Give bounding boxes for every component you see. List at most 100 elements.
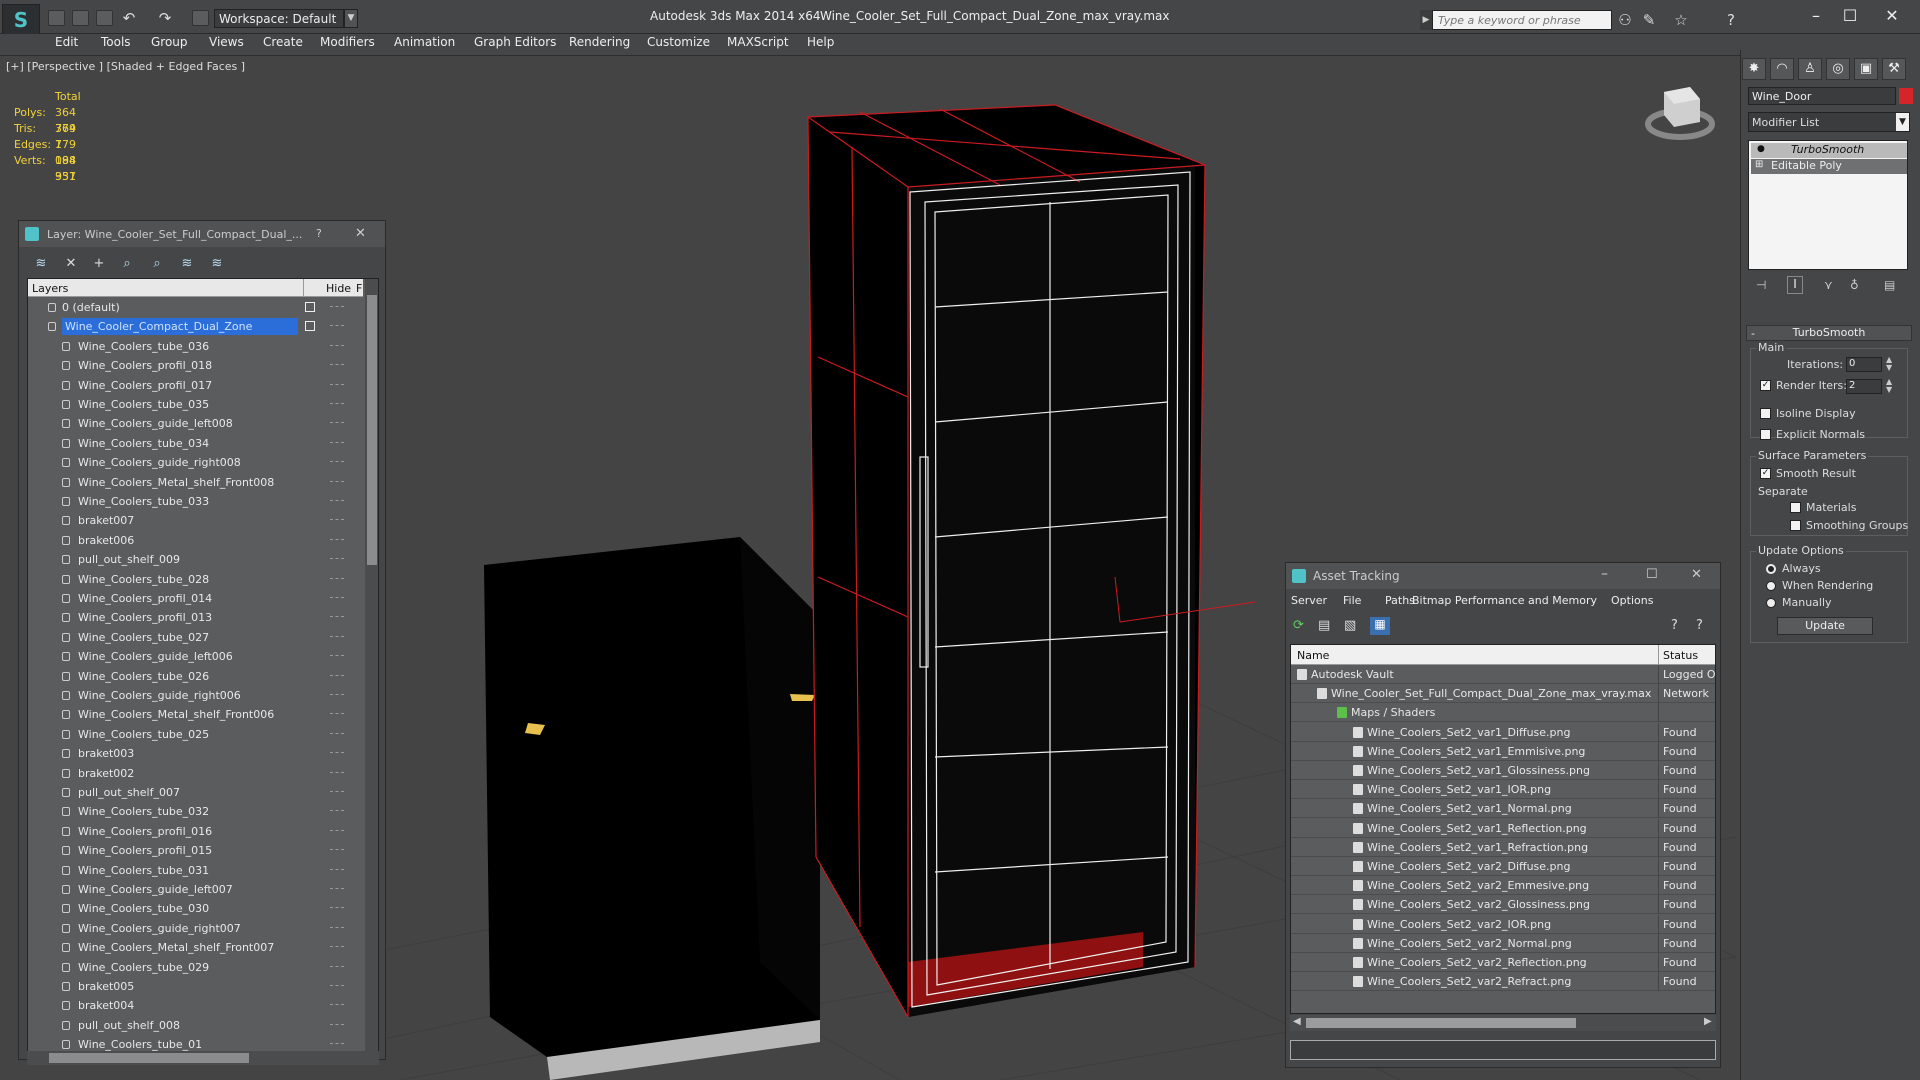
help-icon[interactable]: ? [1671, 618, 1678, 633]
help-icon[interactable]: ? [1722, 11, 1740, 29]
save-file-icon[interactable] [96, 10, 113, 26]
object-row[interactable]: Wine_Coolers_guide_left006 [28, 647, 363, 666]
hierarchy-tab-icon[interactable]: ♙ [1798, 58, 1822, 80]
asset-row[interactable]: Wine_Coolers_Set2_var2_Reflection.png Fou… [1291, 953, 1715, 972]
hide-toggle[interactable] [330, 868, 344, 870]
column-freeze[interactable]: F [356, 282, 362, 295]
current-layer-checkbox[interactable] [305, 321, 315, 332]
hide-toggle[interactable] [330, 325, 344, 327]
freeze-all-layers-icon[interactable]: ≋ [207, 256, 227, 274]
scrollbar-thumb[interactable] [1306, 1018, 1576, 1028]
asset-horizontal-scrollbar[interactable]: ◀ ▶ [1290, 1015, 1716, 1031]
layer-horizontal-scrollbar[interactable] [27, 1051, 379, 1065]
remove-modifier-icon[interactable]: ♁ [1850, 278, 1859, 292]
hide-toggle[interactable] [330, 364, 344, 366]
binoculars-icon[interactable]: ⚇ [1616, 11, 1634, 29]
project-folder-icon[interactable] [192, 10, 209, 26]
hide-toggle[interactable] [330, 441, 344, 443]
object-row[interactable]: Wine_Coolers_tube_029 [28, 958, 363, 977]
hide-toggle[interactable] [330, 752, 344, 754]
asset-menu-server[interactable]: Server [1291, 594, 1327, 607]
menu-graph-editors[interactable]: Graph Editors [474, 35, 556, 49]
column-hide[interactable]: Hide [326, 282, 351, 295]
minimize-icon[interactable]: – [1601, 566, 1608, 582]
isoline-display-checkbox[interactable] [1760, 408, 1771, 419]
hide-toggle[interactable] [330, 694, 344, 695]
create-tab-icon[interactable]: ✸ [1742, 58, 1766, 80]
hide-toggle[interactable] [330, 674, 344, 676]
object-row[interactable]: Wine_Coolers_tube_027 [28, 628, 363, 647]
object-row[interactable]: Wine_Coolers_Metal_shelf_Front007 [28, 938, 363, 957]
object-row[interactable]: braket003 [28, 744, 363, 763]
asset-row[interactable]: Wine_Coolers_Set2_var1_Normal.png Found [1291, 799, 1715, 819]
search-expand-icon[interactable]: ▶ [1420, 10, 1432, 30]
object-row[interactable]: Wine_Coolers_tube_031 [28, 861, 363, 880]
manually-radio[interactable] [1766, 598, 1776, 608]
display-tab-icon[interactable]: ▣ [1854, 58, 1878, 80]
hide-toggle[interactable] [330, 888, 344, 889]
hide-toggle[interactable] [330, 461, 344, 463]
object-row[interactable]: Wine_Coolers_profil_017 [28, 376, 363, 395]
menu-animation[interactable]: Animation [394, 35, 455, 49]
asset-row[interactable]: Wine_Coolers_Set2_var1_Emmisive.png Found [1291, 741, 1715, 761]
explicit-normals-checkbox[interactable] [1760, 429, 1771, 440]
hide-toggle[interactable] [330, 558, 344, 560]
hide-toggle[interactable] [330, 616, 344, 618]
object-row[interactable]: Wine_Coolers_tube_032 [28, 802, 363, 821]
close-icon[interactable]: ✕ [355, 226, 366, 241]
object-row[interactable]: Wine_Coolers_profil_015 [28, 841, 363, 860]
menu-rendering[interactable]: Rendering [569, 35, 630, 49]
smooth-result-checkbox[interactable]: ✓ [1760, 468, 1771, 479]
hide-toggle[interactable] [330, 306, 344, 307]
menu-views[interactable]: Views [209, 35, 244, 49]
update-button[interactable]: Update [1777, 617, 1873, 635]
hide-toggle[interactable] [330, 810, 344, 812]
modifier-stack[interactable]: ● TurboSmooth ⊞ Editable Poly [1748, 140, 1908, 270]
spinner-arrows-icon[interactable]: ▲ ▼ [1886, 356, 1892, 372]
column-layers[interactable]: Layers [32, 282, 68, 295]
menu-edit[interactable]: Edit [55, 35, 78, 49]
scrollbar-thumb[interactable] [367, 295, 377, 565]
turbosmooth-rollout-header[interactable]: - TurboSmooth [1746, 325, 1912, 341]
maximize-icon[interactable]: ☐ [1646, 567, 1658, 582]
menu-group[interactable]: Group [151, 35, 188, 49]
asset-row[interactable]: Wine_Coolers_Set2_var1_IOR.png Found [1291, 780, 1715, 800]
stack-item-turbosmooth[interactable]: ● TurboSmooth [1751, 143, 1907, 158]
object-row[interactable]: Wine_Coolers_tube_025 [28, 725, 363, 744]
hide-toggle[interactable] [330, 422, 344, 424]
workspace-select[interactable]: Workspace: Default [214, 9, 344, 28]
object-row[interactable]: Wine_Coolers_tube_036 [28, 337, 363, 356]
object-row[interactable]: braket004 [28, 996, 363, 1015]
asset-menu-file[interactable]: File [1343, 594, 1361, 607]
object-row[interactable]: Wine_Coolers_tube_034 [28, 434, 363, 453]
help-icon[interactable]: ? [316, 227, 322, 240]
select-objects-icon[interactable]: ⌕ [117, 256, 137, 274]
menu-help[interactable]: Help [807, 35, 834, 49]
hide-toggle[interactable] [330, 946, 344, 948]
hide-all-layers-icon[interactable]: ≋ [177, 256, 197, 274]
favorites-star-icon[interactable]: ☆ [1672, 11, 1690, 29]
menu-maxscript[interactable]: MAXScript [727, 35, 789, 49]
hide-toggle[interactable] [330, 1004, 344, 1006]
asset-row[interactable]: Wine_Cooler_Set_Full_Compact_Dual_Zone_m… [1291, 684, 1715, 704]
hide-toggle[interactable] [330, 713, 344, 715]
hide-toggle[interactable] [330, 383, 344, 385]
configure-modifier-sets-icon[interactable]: ▤ [1884, 278, 1895, 292]
chevron-down-icon[interactable]: ▼ [1896, 113, 1909, 131]
current-layer-checkbox[interactable] [305, 302, 315, 312]
object-row[interactable]: Wine_Coolers_tube_01 [28, 1035, 363, 1051]
layer-list[interactable]: Layers Hide F 0 (default) Wine_Cooler_Com… [27, 278, 379, 1052]
hide-toggle[interactable] [330, 519, 344, 521]
object-row[interactable]: Wine_Coolers_Metal_shelf_Front006 [28, 705, 363, 724]
object-row[interactable]: Wine_Coolers_guide_right007 [28, 919, 363, 938]
object-name-field[interactable]: Wine_Door [1748, 87, 1896, 105]
layer-row[interactable]: 0 (default) [28, 298, 363, 317]
object-row[interactable]: Wine_Coolers_guide_right006 [28, 686, 363, 705]
app-logo-icon[interactable]: S [2, 4, 40, 36]
hide-toggle[interactable] [330, 849, 344, 851]
object-row[interactable]: Wine_Coolers_tube_035 [28, 395, 363, 414]
object-row[interactable]: Wine_Coolers_profil_016 [28, 822, 363, 841]
make-unique-icon[interactable]: ⋎ [1824, 278, 1833, 292]
hide-toggle[interactable] [330, 597, 344, 598]
object-row[interactable]: pull_out_shelf_009 [28, 550, 363, 569]
